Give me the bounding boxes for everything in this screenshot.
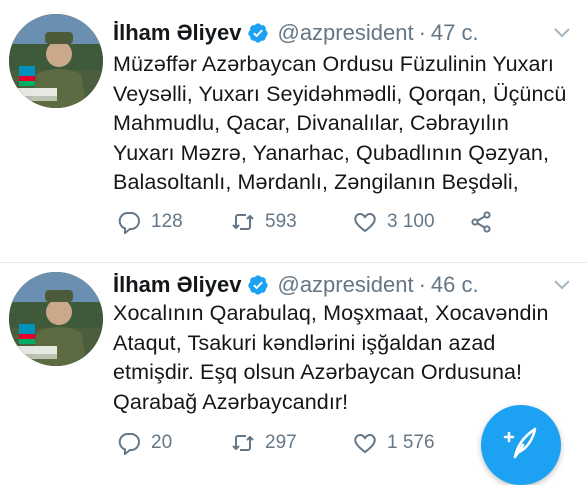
- tweet-text: Xocalının Qarabulaq, Moşxmaat, Xocavəndi…: [113, 301, 549, 414]
- tweet-header: İlham Əliyev @azpresident · 46 с.: [113, 270, 479, 300]
- avatar-image: [9, 272, 103, 366]
- reply-button[interactable]: 128: [117, 207, 183, 237]
- timestamp[interactable]: 46 с.: [431, 272, 479, 298]
- verified-icon: [247, 274, 269, 296]
- separator: ·: [418, 20, 426, 45]
- author-name[interactable]: İlham Əliyev: [113, 272, 241, 298]
- author-handle[interactable]: @azpresident: [277, 272, 413, 298]
- compose-tweet-button[interactable]: [481, 405, 561, 485]
- like-icon: [354, 212, 376, 233]
- chevron-down-icon[interactable]: [553, 279, 571, 291]
- tweet-actions: 128 593 3 100: [113, 207, 583, 237]
- reply-count: 20: [151, 432, 173, 453]
- avatar[interactable]: [9, 272, 103, 366]
- tweet-text: Müzəffər Azərbaycan Ordusu Füzulinin Yux…: [113, 52, 567, 194]
- like-button[interactable]: 1 576: [353, 428, 435, 458]
- retweet-button[interactable]: 297: [231, 428, 297, 458]
- share-icon: [471, 211, 491, 233]
- retweet-count: 297: [265, 432, 297, 453]
- reply-count: 128: [151, 211, 183, 232]
- like-count: 1 576: [387, 432, 435, 453]
- timestamp[interactable]: 47 с.: [431, 20, 479, 46]
- chevron-down-icon[interactable]: [553, 27, 571, 39]
- share-button[interactable]: [469, 207, 503, 237]
- like-count: 3 100: [387, 211, 435, 232]
- avatar[interactable]: [9, 14, 103, 108]
- like-button[interactable]: 3 100: [353, 207, 435, 237]
- tweet-header: İlham Əliyev @azpresident · 47 с.: [113, 18, 479, 48]
- reply-button[interactable]: 20: [117, 428, 172, 458]
- avatar-image: [9, 14, 103, 108]
- author-handle[interactable]: @azpresident: [277, 20, 413, 46]
- compose-tweet-icon: [503, 427, 537, 459]
- retweet-count: 593: [265, 211, 297, 232]
- author-name[interactable]: İlham Əliyev: [113, 20, 241, 46]
- like-icon: [354, 433, 376, 454]
- verified-icon: [247, 22, 269, 44]
- reply-icon: [118, 433, 140, 455]
- retweet-icon: [232, 435, 254, 451]
- retweet-icon: [232, 214, 254, 230]
- retweet-button[interactable]: 593: [231, 207, 297, 237]
- reply-icon: [118, 212, 140, 234]
- separator: ·: [418, 272, 426, 297]
